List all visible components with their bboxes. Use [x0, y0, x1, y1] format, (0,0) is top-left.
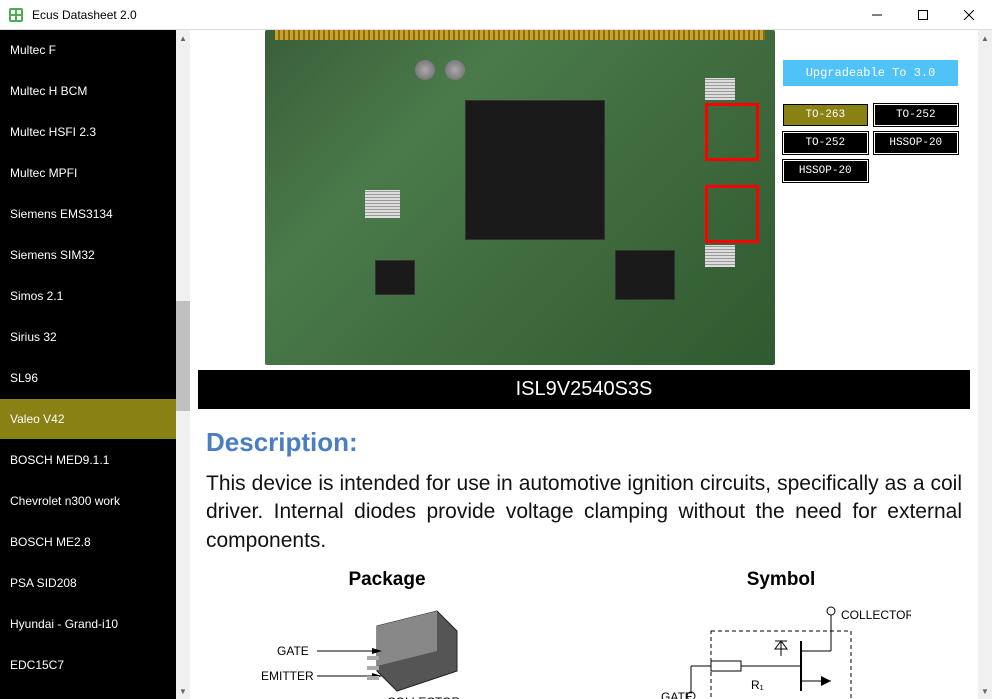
description-heading: Description: [206, 427, 962, 458]
sidebar-item-ecu[interactable]: Hyundai - Grand-i10 [0, 604, 176, 645]
sidebar-item-ecu[interactable]: EDC15C7 [0, 645, 176, 686]
maximize-button[interactable] [900, 0, 946, 30]
window-title: Ecus Datasheet 2.0 [32, 8, 854, 22]
content-scroll-up-icon[interactable]: ▲ [978, 30, 992, 46]
pin-label-collector: COLLECTOR [387, 695, 460, 699]
pin-label-gate: GATE [277, 644, 309, 658]
pcb-area: Upgradeable To 3.0 TO-263 TO-252 TO-252 HSS… [190, 30, 978, 365]
sidebar-item-ecu[interactable]: Valeo V42 [0, 399, 176, 440]
package-button[interactable]: HSSOP-20 [783, 160, 868, 182]
sidebar-item-ecu[interactable]: Simos 2.1 [0, 276, 176, 317]
side-panel: Upgradeable To 3.0 TO-263 TO-252 TO-252 HSS… [783, 60, 958, 182]
upgrade-button[interactable]: Upgradeable To 3.0 [783, 60, 958, 86]
component-highlight-1 [705, 103, 759, 161]
package-grid: TO-263 TO-252 TO-252 HSSOP-20 HSSOP-20 [783, 104, 958, 182]
sidebar-item-ecu[interactable]: Multec HSFI 2.3 [0, 112, 176, 153]
pin-label-gate-2: GATE [661, 690, 693, 699]
component-highlight-2 [705, 185, 759, 243]
symbol-diagram-title: Symbol [651, 569, 911, 591]
scroll-thumb[interactable] [176, 301, 190, 411]
ecu-sidebar: Multec FMultec H BCMMultec HSFI 2.3Multe… [0, 30, 176, 699]
package-button[interactable]: TO-252 [783, 132, 868, 154]
content-scrollbar[interactable]: ▲ ▼ [978, 30, 992, 699]
scroll-track[interactable] [176, 46, 190, 683]
content-scroll-track[interactable] [978, 46, 992, 683]
sidebar-item-ecu[interactable]: BOSCH ME2.8 [0, 522, 176, 563]
sidebar-item-ecu[interactable]: Multec MPFI [0, 153, 176, 194]
minimize-button[interactable] [854, 0, 900, 30]
package-button[interactable]: TO-252 [874, 104, 959, 126]
symbol-svg: COLLECTOR R₁ GATE [651, 601, 911, 699]
description-body: This device is intended for use in autom… [206, 470, 962, 555]
package-button[interactable]: HSSOP-20 [874, 132, 959, 154]
scroll-down-arrow-icon[interactable]: ▼ [176, 683, 190, 699]
sidebar-item-ecu[interactable]: PSA SID208 [0, 563, 176, 604]
sidebar-item-ecu[interactable]: SL96 [0, 358, 176, 399]
diagrams-row: Package GATE EMITTER COLLECTOR [190, 569, 978, 699]
part-title: ISL9V2540S3S [198, 370, 970, 409]
sidebar-item-ecu[interactable]: Multec H BCM [0, 71, 176, 112]
content-scroll-down-icon[interactable]: ▼ [978, 683, 992, 699]
package-button[interactable]: TO-263 [783, 104, 868, 126]
sidebar-item-ecu[interactable]: Multec F [0, 30, 176, 71]
sidebar-scrollbar[interactable]: ▲ ▼ [176, 30, 190, 699]
app-icon [8, 7, 24, 23]
pin-label-r1: R₁ [751, 678, 764, 692]
window-controls [854, 0, 992, 30]
pin-label-collector-2: COLLECTOR [841, 608, 911, 622]
sidebar-item-ecu[interactable]: BOSCH MED9.1.1 [0, 440, 176, 481]
symbol-diagram: Symbol COLLECTOR R₁ [651, 569, 911, 699]
package-diagram-title: Package [257, 569, 517, 591]
pin-label-emitter: EMITTER [261, 669, 314, 683]
sidebar-item-ecu[interactable]: Siemens SIM32 [0, 235, 176, 276]
package-svg: GATE EMITTER COLLECTOR [257, 601, 517, 699]
content-area: Upgradeable To 3.0 TO-263 TO-252 TO-252 HSS… [190, 30, 992, 699]
sidebar-item-ecu[interactable]: Chevrolet n300 work [0, 481, 176, 522]
pcb-board-image [265, 30, 775, 365]
close-button[interactable] [946, 0, 992, 30]
scroll-up-arrow-icon[interactable]: ▲ [176, 30, 190, 46]
sidebar-item-ecu[interactable]: Siemens EMS3134 [0, 194, 176, 235]
package-diagram: Package GATE EMITTER COLLECTOR [257, 569, 517, 699]
sidebar-item-ecu[interactable]: Sirius 32 [0, 317, 176, 358]
window-titlebar: Ecus Datasheet 2.0 [0, 0, 992, 30]
